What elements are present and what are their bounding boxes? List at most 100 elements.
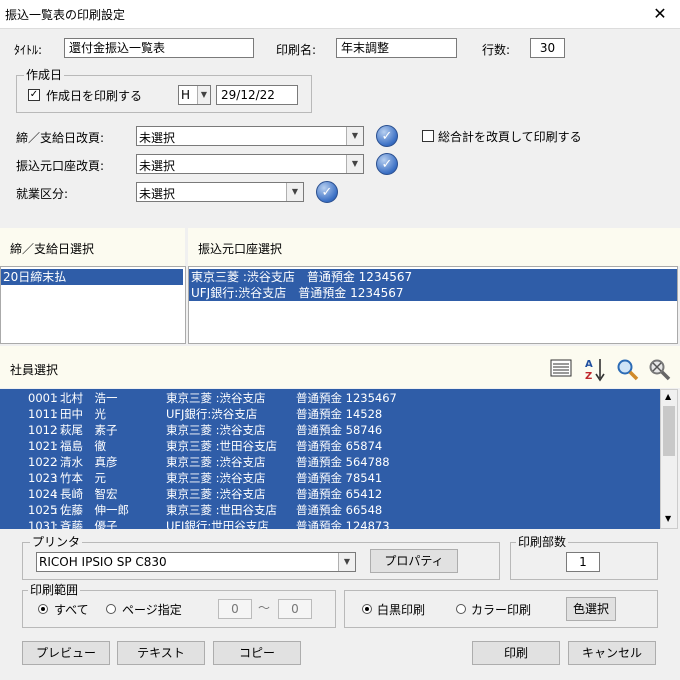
employee-row[interactable]: 1024 長崎 智宏 東京三菱 :渋谷支店 普通預金 65412: — [0, 486, 660, 502]
employee-code: 1023 — [28, 471, 58, 485]
employee-account: 普通預金 124873 — [296, 519, 390, 529]
copies-input[interactable]: 1 — [566, 552, 600, 572]
employee-list[interactable]: 0001 北村 浩一 東京三菱 :渋谷支店 普通預金 1235467:1011 田中 光… — [0, 389, 660, 529]
choose-color-button[interactable]: 色選択 — [566, 597, 616, 621]
printer-name: RICOH IPSIO SP C830 — [39, 555, 167, 569]
checkmark-icon[interactable]: ✓ — [376, 153, 398, 175]
title-input[interactable]: 還付金振込一覧表 — [64, 38, 254, 58]
closing-break-value: 未選択 — [139, 131, 176, 145]
search-clear-icon[interactable] — [648, 358, 671, 381]
employee-row[interactable]: 1023 竹本 元 東京三菱 :渋谷支店 普通預金 78541: — [0, 470, 660, 486]
employee-row[interactable]: 1022 清水 真彦 東京三菱 :渋谷支店 普通預金 564788: — [0, 454, 660, 470]
employee-account: 普通預金 58746 — [296, 423, 383, 437]
employee-name: 福島 徹 — [60, 439, 106, 453]
cancel-button[interactable]: キャンセル — [568, 641, 656, 665]
account-break-label: 振込元口座改頁: — [16, 159, 105, 173]
era-select[interactable]: H ▼ — [178, 85, 211, 105]
chevron-down-icon[interactable]: ▼ — [338, 553, 355, 571]
chevron-down-icon[interactable]: ▼ — [286, 183, 303, 201]
search-icon[interactable] — [616, 358, 639, 381]
work-type-label: 就業区分: — [16, 187, 69, 201]
employee-row[interactable]: 1021 福島 徹 東京三菱 :世田谷支店 普通預金 65874: — [0, 438, 660, 454]
checkmark-icon[interactable]: ✓ — [316, 181, 338, 203]
rows-label: 行数: — [482, 43, 511, 57]
checkmark-icon[interactable]: ✓ — [376, 125, 398, 147]
list-item[interactable]: UFJ銀行:渋谷支店 普通預金 1234567 — [189, 285, 677, 301]
employee-name: 佐藤 伸一郎 — [60, 503, 129, 517]
sort-az-icon[interactable]: AZ — [584, 356, 606, 382]
chevron-down-icon[interactable]: ▼ — [346, 127, 363, 145]
employee-row[interactable]: 1031 斉藤 優子 UFJ銀行:世田谷支店 普通預金 124873: — [0, 518, 660, 529]
total-break-label: 総合計を改頁して印刷する — [438, 130, 582, 144]
employee-row[interactable]: 1011 田中 光 UFJ銀行:渋谷支店 普通預金 14528: — [0, 406, 660, 422]
list-item[interactable]: 20日締末払 — [1, 269, 183, 285]
copy-button[interactable]: コピー — [213, 641, 301, 665]
range-all-label: すべて — [54, 603, 89, 617]
printname-label: 印刷名: — [276, 43, 317, 57]
copies-group-title: 印刷部数 — [516, 535, 569, 549]
range-tilde: ～ — [258, 601, 271, 615]
range-from-input[interactable]: 0 — [218, 599, 252, 619]
preview-button[interactable]: プレビュー — [22, 641, 110, 665]
employee-account: 普通預金 65412 — [296, 487, 383, 501]
closing-break-label: 締／支給日改頁: — [16, 131, 105, 145]
employee-account: 普通預金 14528 — [296, 407, 383, 421]
employee-code: 1012 — [28, 423, 58, 437]
account-panel-title: 振込元口座選択 — [198, 242, 283, 256]
scroll-thumb[interactable] — [663, 406, 675, 456]
employee-name: 北村 浩一 — [60, 391, 118, 405]
closing-break-select[interactable]: 未選択 ▼ — [136, 126, 364, 146]
mono-radio[interactable] — [362, 604, 372, 614]
list-item[interactable]: 東京三菱 :渋谷支店 普通預金 1234567 — [189, 269, 677, 285]
scroll-down-icon[interactable]: ▼ — [665, 514, 671, 523]
employee-code: 1011 — [28, 407, 58, 421]
employee-row[interactable]: 1012 萩尾 素子 東京三菱 :渋谷支店 普通預金 58746: — [0, 422, 660, 438]
account-break-select[interactable]: 未選択 ▼ — [136, 154, 364, 174]
text-button[interactable]: テキスト — [117, 641, 205, 665]
closing-panel-title: 締／支給日選択 — [10, 242, 95, 256]
code-separator: : — [54, 487, 58, 501]
employee-name: 田中 光 — [60, 407, 106, 421]
properties-button[interactable]: プロパティ — [370, 549, 458, 573]
print-date-checkbox[interactable]: ✓ — [28, 89, 40, 101]
chevron-down-icon[interactable]: ▼ — [346, 155, 363, 173]
closing-panel-header: 締／支給日選択 — [0, 228, 185, 266]
closing-list[interactable]: 20日締末払 — [0, 266, 186, 344]
employee-code: 0001 — [28, 391, 58, 405]
employee-bank: 東京三菱 :渋谷支店 — [166, 455, 266, 469]
account-break-value: 未選択 — [139, 159, 176, 173]
employee-bank: 東京三菱 :渋谷支店 — [166, 471, 266, 485]
employee-account: 普通預金 65874 — [296, 439, 383, 453]
date-input[interactable]: 29/12/22 — [216, 85, 298, 105]
code-separator: : — [54, 471, 58, 485]
employee-bank: 東京三菱 :渋谷支店 — [166, 487, 266, 501]
employee-bank: 東京三菱 :世田谷支店 — [166, 503, 278, 517]
employee-scrollbar[interactable]: ▲ ▼ — [660, 389, 678, 529]
range-to-input[interactable]: 0 — [278, 599, 312, 619]
work-type-select[interactable]: 未選択 ▼ — [136, 182, 304, 202]
employee-row[interactable]: 0001 北村 浩一 東京三菱 :渋谷支店 普通預金 1235467: — [0, 390, 660, 406]
employee-bank: 東京三菱 :渋谷支店 — [166, 423, 266, 437]
account-list[interactable]: 東京三菱 :渋谷支店 普通預金 1234567 UFJ銀行:渋谷支店 普通預金 … — [188, 266, 678, 344]
close-icon[interactable]: ✕ — [648, 2, 672, 26]
code-separator: : — [54, 407, 58, 421]
list-view-icon[interactable] — [550, 358, 572, 380]
printer-select[interactable]: RICOH IPSIO SP C830 ▼ — [36, 552, 356, 572]
printname-input[interactable]: 年末調整 — [336, 38, 457, 58]
employee-row[interactable]: 1025 佐藤 伸一郎 東京三菱 :世田谷支店 普通預金 66548: — [0, 502, 660, 518]
employee-account: 普通預金 1235467 — [296, 391, 397, 405]
range-page-radio[interactable] — [106, 604, 116, 614]
print-button[interactable]: 印刷 — [472, 641, 560, 665]
window-title: 振込一覧表の印刷設定 — [5, 8, 126, 22]
range-group-title: 印刷範囲 — [28, 583, 81, 597]
employee-account: 普通預金 564788 — [296, 455, 390, 469]
scroll-up-icon[interactable]: ▲ — [665, 392, 671, 401]
printer-group-title: プリンタ — [30, 535, 83, 549]
total-break-checkbox[interactable] — [422, 130, 434, 142]
chevron-down-icon[interactable]: ▼ — [197, 86, 210, 104]
range-all-radio[interactable] — [38, 604, 48, 614]
range-page-label: ページ指定 — [122, 603, 182, 617]
employee-code: 1024 — [28, 487, 58, 501]
color-radio[interactable] — [456, 604, 466, 614]
rows-input[interactable]: 30 — [530, 38, 565, 58]
